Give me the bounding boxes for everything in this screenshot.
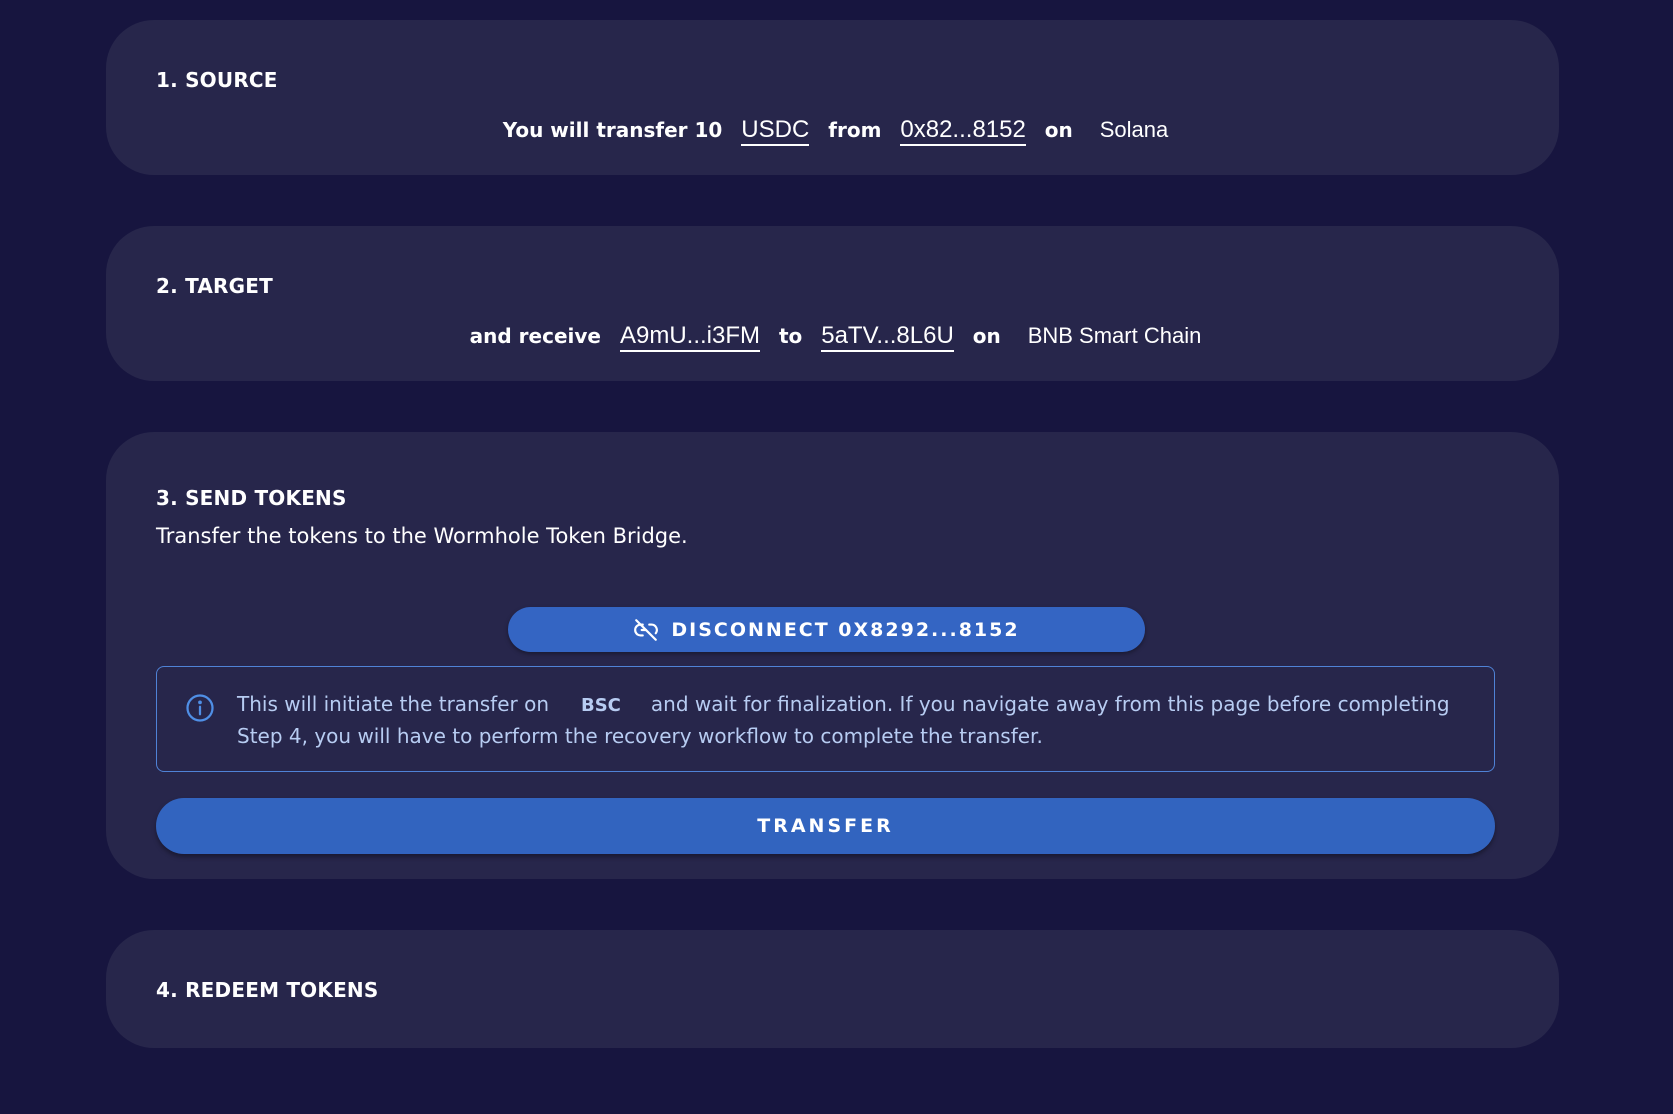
info-alert: This will initiate the transfer on BSC and… — [156, 666, 1495, 772]
target-to-word: to — [778, 324, 803, 348]
source-on-word: on — [1044, 118, 1073, 142]
source-chain-name: Solana — [1099, 117, 1169, 142]
link-off-icon — [634, 618, 659, 641]
disconnect-label: DISCONNECT 0X8292...8152 — [671, 618, 1020, 641]
source-token-link[interactable]: USDC — [741, 116, 810, 146]
source-address-link[interactable]: 0x82...8152 — [900, 116, 1026, 146]
info-chain-tag: BSC — [581, 695, 621, 716]
send-description: Transfer the tokens to the Wormhole Toke… — [156, 524, 688, 548]
source-title: 1. SOURCE — [156, 68, 278, 92]
source-from-word: from — [828, 118, 882, 142]
info-icon — [186, 694, 214, 722]
target-chain-name: BNB Smart Chain — [1027, 323, 1202, 348]
redeem-title: 4. REDEEM TOKENS — [156, 978, 379, 1002]
target-summary: and receive A9mU...i3FM to 5aTV...8L6U o… — [106, 322, 1559, 352]
disconnect-wallet-button[interactable]: DISCONNECT 0X8292...8152 — [508, 607, 1145, 652]
redeem-tokens-card: 4. REDEEM TOKENS — [106, 930, 1559, 1048]
target-card: 2. TARGET and receive A9mU...i3FM to 5aT… — [106, 226, 1559, 381]
target-on-word: on — [972, 324, 1001, 348]
transfer-button[interactable]: TRANSFER — [156, 798, 1495, 854]
source-prefix: You will transfer 10 — [502, 118, 723, 142]
send-tokens-card: 3. SEND TOKENS Transfer the tokens to th… — [106, 432, 1559, 879]
send-title: 3. SEND TOKENS — [156, 486, 347, 510]
target-prefix: and receive — [469, 324, 601, 348]
info-message: This will initiate the transfer on BSC and… — [237, 689, 1466, 751]
source-summary: You will transfer 10 USDC from 0x82...81… — [106, 116, 1559, 146]
source-card: 1. SOURCE You will transfer 10 USDC from… — [106, 20, 1559, 175]
target-token-link[interactable]: A9mU...i3FM — [619, 322, 760, 352]
target-title: 2. TARGET — [156, 274, 273, 298]
target-address-link[interactable]: 5aTV...8L6U — [821, 322, 954, 352]
info-text-before: This will initiate the transfer on — [237, 692, 549, 716]
